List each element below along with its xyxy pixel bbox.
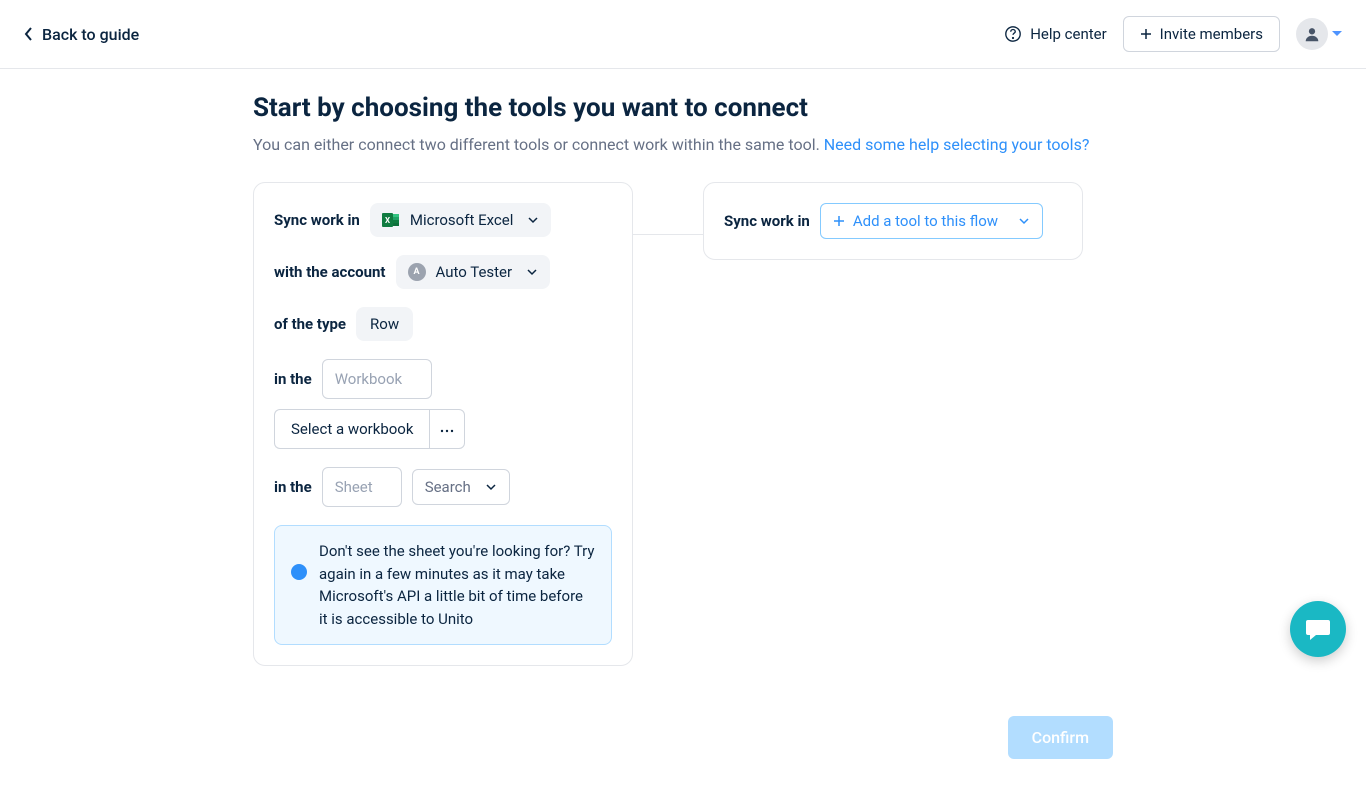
subtitle-text: You can either connect two different too… <box>253 135 824 154</box>
in-the-label-1: in the <box>274 370 312 388</box>
workbook-row: in the Select a workbook <box>274 359 612 449</box>
info-text: Don't see the sheet you're looking for? … <box>319 540 595 630</box>
info-banner: Don't see the sheet you're looking for? … <box>274 525 612 645</box>
type-label: of the type <box>274 315 346 333</box>
chevron-down-icon <box>526 266 538 278</box>
back-label: Back to guide <box>42 25 139 44</box>
account-icon: A <box>408 263 426 281</box>
right-sync-label: Sync work in <box>724 212 810 230</box>
help-center-link[interactable]: Help center <box>1004 25 1106 43</box>
top-header: Back to guide Help center Invite members <box>0 0 1366 69</box>
add-tool-label: Add a tool to this flow <box>853 212 998 230</box>
select-workbook-group: Select a workbook <box>274 409 465 449</box>
invite-members-button[interactable]: Invite members <box>1123 16 1280 52</box>
add-tool-button[interactable]: Add a tool to this flow <box>820 203 1043 239</box>
tool-selector[interactable]: X Microsoft Excel <box>370 203 552 237</box>
dots-icon <box>440 429 454 433</box>
type-value: Row <box>356 307 413 341</box>
confirm-button[interactable]: Confirm <box>1008 716 1113 759</box>
plus-icon <box>1140 28 1152 40</box>
account-menu[interactable] <box>1296 18 1342 50</box>
help-icon <box>1004 25 1022 43</box>
right-sync-row: Sync work in Add a tool to this flow <box>724 203 1062 239</box>
info-icon <box>291 564 307 580</box>
header-right: Help center Invite members <box>1004 16 1342 52</box>
chevron-down-icon <box>527 214 539 226</box>
account-name: Auto Tester <box>436 263 513 281</box>
chevron-left-icon <box>24 26 34 42</box>
search-label: Search <box>425 478 471 496</box>
right-tool-card: Sync work in Add a tool to this flow <box>703 182 1083 260</box>
select-workbook-button[interactable]: Select a workbook <box>274 409 429 449</box>
user-icon <box>1303 25 1321 43</box>
account-label: with the account <box>274 263 386 281</box>
type-row: of the type Row <box>274 307 612 341</box>
svg-text:X: X <box>385 216 390 225</box>
sync-label: Sync work in <box>274 211 360 229</box>
help-selecting-tools-link[interactable]: Need some help selecting your tools? <box>824 135 1090 154</box>
sheet-search-dropdown[interactable]: Search <box>412 469 510 505</box>
chat-icon <box>1304 615 1332 643</box>
plus-icon <box>833 215 845 227</box>
help-label: Help center <box>1030 25 1106 43</box>
chevron-down-icon <box>485 481 497 493</box>
back-to-guide-link[interactable]: Back to guide <box>24 25 139 44</box>
page-subtitle: You can either connect two different too… <box>253 135 1113 154</box>
main-container: Start by choosing the tools you want to … <box>253 69 1113 799</box>
account-row: with the account A Auto Tester <box>274 255 612 289</box>
caret-down-icon <box>1332 30 1342 38</box>
in-the-label-2: in the <box>274 478 312 496</box>
card-connector-line <box>633 234 703 235</box>
chevron-down-icon <box>1018 215 1030 227</box>
account-selector[interactable]: A Auto Tester <box>396 255 551 289</box>
left-tool-card: Sync work in X Microsoft Excel with the … <box>253 182 633 666</box>
workbook-more-button[interactable] <box>429 409 465 449</box>
cards-row: Sync work in X Microsoft Excel with the … <box>253 182 1113 666</box>
excel-icon: X <box>382 211 400 229</box>
page-title: Start by choosing the tools you want to … <box>253 93 1113 123</box>
workbook-input[interactable] <box>322 359 432 399</box>
avatar <box>1296 18 1328 50</box>
sheet-input[interactable] <box>322 467 402 507</box>
confirm-row: Confirm <box>253 716 1113 759</box>
tool-name: Microsoft Excel <box>410 211 514 229</box>
chat-widget-button[interactable] <box>1290 601 1346 657</box>
sheet-row: in the Search <box>274 467 612 507</box>
sync-tool-row: Sync work in X Microsoft Excel <box>274 203 612 237</box>
invite-label: Invite members <box>1160 25 1263 43</box>
